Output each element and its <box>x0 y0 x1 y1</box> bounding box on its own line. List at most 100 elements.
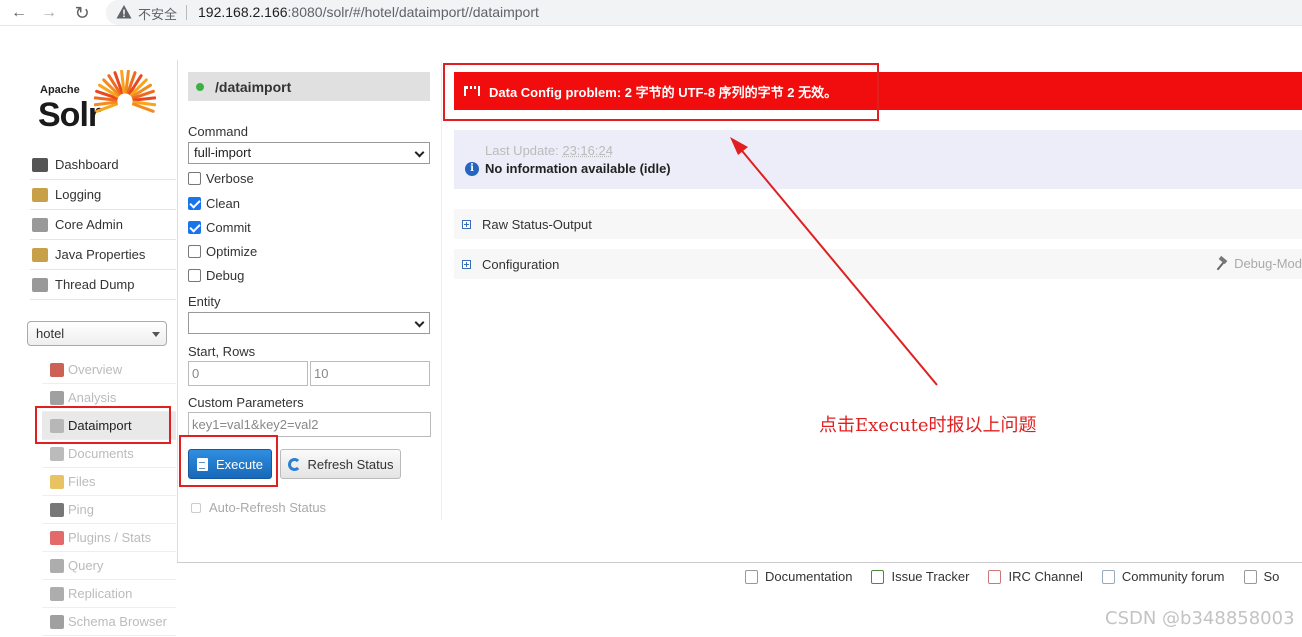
chevron-down-icon <box>152 332 160 337</box>
back-icon[interactable]: ← <box>10 4 28 22</box>
logo-solr-text: Solr <box>38 96 101 134</box>
footer-link-so[interactable]: So <box>1243 569 1280 584</box>
debug-label: Debug <box>206 268 245 283</box>
commit-checkbox[interactable] <box>188 221 201 234</box>
documents-icon <box>50 446 64 461</box>
nav-item-logging[interactable]: Logging <box>30 180 176 210</box>
core-nav-item-plugins-stats[interactable]: Plugins / Stats <box>42 524 176 552</box>
core-nav-item-replication[interactable]: Replication <box>42 580 176 608</box>
nav-item-label: Thread Dump <box>55 277 135 292</box>
logo-apache-text: Apache <box>40 84 80 96</box>
commit-label: Commit <box>206 220 251 235</box>
checkbox-verbose[interactable]: Verbose <box>188 171 254 186</box>
chevron-down-icon <box>414 147 425 158</box>
reload-icon[interactable]: ↻ <box>73 4 91 22</box>
nav-item-dashboard[interactable]: Dashboard <box>30 150 176 180</box>
thread-dump-icon <box>32 277 48 292</box>
solr-sun-icon <box>94 70 156 113</box>
url-text[interactable]: 192.168.2.166:8080/solr/#/hotel/dataimpo… <box>198 4 539 20</box>
mail-icon <box>1101 569 1115 584</box>
custom-params-label: Custom Parameters <box>188 395 304 410</box>
nav-item-label: Logging <box>55 187 102 202</box>
footer-link-label: Issue Tracker <box>891 569 970 584</box>
java-properties-icon <box>32 247 48 262</box>
expand-icon <box>462 259 471 269</box>
refresh-label: Refresh Status <box>307 456 394 472</box>
url-separator <box>186 5 187 20</box>
auto-refresh-label: Auto-Refresh Status <box>209 500 327 515</box>
debug-checkbox[interactable] <box>188 269 201 282</box>
browser-toolbar: ← → ↻ 不安全 192.168.2.166:8080/solr/#/hote… <box>0 0 1302 26</box>
debug-mode-link[interactable]: Debug-Mod <box>1214 256 1302 271</box>
core-nav-item-files[interactable]: Files <box>42 468 176 496</box>
annotation-box-dataimport <box>35 406 171 444</box>
auto-refresh-toggle[interactable]: Auto-Refresh Status <box>191 500 326 515</box>
optimize-checkbox[interactable] <box>188 245 201 258</box>
status-info: i No information available (idle) <box>465 161 671 176</box>
footer-link-irc-channel[interactable]: IRC Channel <box>988 569 1083 584</box>
core-nav-item-label: Replication <box>68 586 133 601</box>
nav-item-thread-dump[interactable]: Thread Dump <box>30 270 176 300</box>
core-nav-item-documents[interactable]: Documents <box>42 440 176 468</box>
checkbox-optimize[interactable]: Optimize <box>188 244 257 259</box>
core-nav-item-overview[interactable]: Overview <box>42 356 176 384</box>
refresh-status-button[interactable]: Refresh Status <box>280 449 401 479</box>
core-selector[interactable]: hotel <box>27 321 167 346</box>
footer-link-label: So <box>1263 569 1280 584</box>
status-dot-icon <box>196 82 204 91</box>
documentation-icon <box>745 569 758 584</box>
rows-input[interactable]: 10 <box>310 361 430 386</box>
configuration-section[interactable]: Configuration Debug-Mod <box>454 249 1302 279</box>
plugins-icon <box>50 530 64 545</box>
watermark: CSDN @b348858003 <box>1105 608 1295 629</box>
nav-item-label: Java Properties <box>55 247 146 262</box>
footer-link-label: IRC Channel <box>1008 569 1083 584</box>
footer-link-issue-tracker[interactable]: Issue Tracker <box>871 569 969 584</box>
auto-refresh-checkbox[interactable] <box>191 502 201 513</box>
handler-name: /dataimport <box>215 78 292 95</box>
status-info-text: No information available (idle) <box>485 161 671 176</box>
handler-header[interactable]: /dataimport <box>188 72 430 101</box>
raw-status-section[interactable]: Raw Status-Output <box>454 209 1302 239</box>
funnel-icon <box>50 390 64 405</box>
verbose-label: Verbose <box>206 171 254 186</box>
core-nav-item-label: Files <box>68 474 96 489</box>
home-icon <box>50 362 64 377</box>
entity-label: Entity <box>188 294 221 309</box>
footer-divider <box>177 562 1302 563</box>
clean-checkbox[interactable] <box>188 197 201 210</box>
annotation-box-execute <box>179 435 278 487</box>
replication-icon <box>50 586 64 601</box>
checkbox-debug[interactable]: Debug <box>188 268 244 283</box>
last-update-time: 23:16:24 <box>562 143 613 158</box>
url-host: 192.168.2.166 <box>198 4 288 20</box>
command-label: Command <box>188 124 248 139</box>
entity-select[interactable] <box>188 312 430 334</box>
checkbox-clean[interactable]: Clean <box>188 196 240 211</box>
annotation-text: 点击Execute时报以上问题 <box>819 415 1037 436</box>
forward-icon[interactable]: → <box>40 4 58 22</box>
address-bar[interactable]: 不安全 192.168.2.166:8080/solr/#/hotel/data… <box>106 0 1302 25</box>
nav-item-core-admin[interactable]: Core Admin <box>30 210 176 240</box>
start-input[interactable]: 0 <box>188 361 308 386</box>
core-nav-item-ping[interactable]: Ping <box>42 496 176 524</box>
core-nav-item-query[interactable]: Query <box>42 552 176 580</box>
verbose-checkbox[interactable] <box>188 172 201 185</box>
footer-link-documentation[interactable]: Documentation <box>745 569 852 584</box>
irc-icon <box>988 569 1002 584</box>
command-select[interactable]: full-import <box>188 142 430 164</box>
solr-query-syntax-icon <box>1243 569 1257 584</box>
nav-item-label: Core Admin <box>55 217 123 232</box>
schema-browser-icon <box>50 614 64 629</box>
url-path: :8080/solr/#/hotel/dataimport//dataimpor… <box>287 4 539 20</box>
nav-item-java-properties[interactable]: Java Properties <box>30 240 176 270</box>
custom-params-input[interactable]: key1=val1&key2=val2 <box>188 412 431 437</box>
checkbox-commit[interactable]: Commit <box>188 220 251 235</box>
core-selector-value: hotel <box>36 326 65 341</box>
solr-logo[interactable]: Apache Solr <box>38 70 163 135</box>
footer-link-community-forum[interactable]: Community forum <box>1101 569 1225 584</box>
query-icon <box>50 558 64 573</box>
footer-link-label: Community forum <box>1121 569 1225 584</box>
core-nav-item-schema-browser[interactable]: Schema Browser <box>42 608 176 636</box>
debug-mode-label: Debug-Mod <box>1234 256 1302 271</box>
